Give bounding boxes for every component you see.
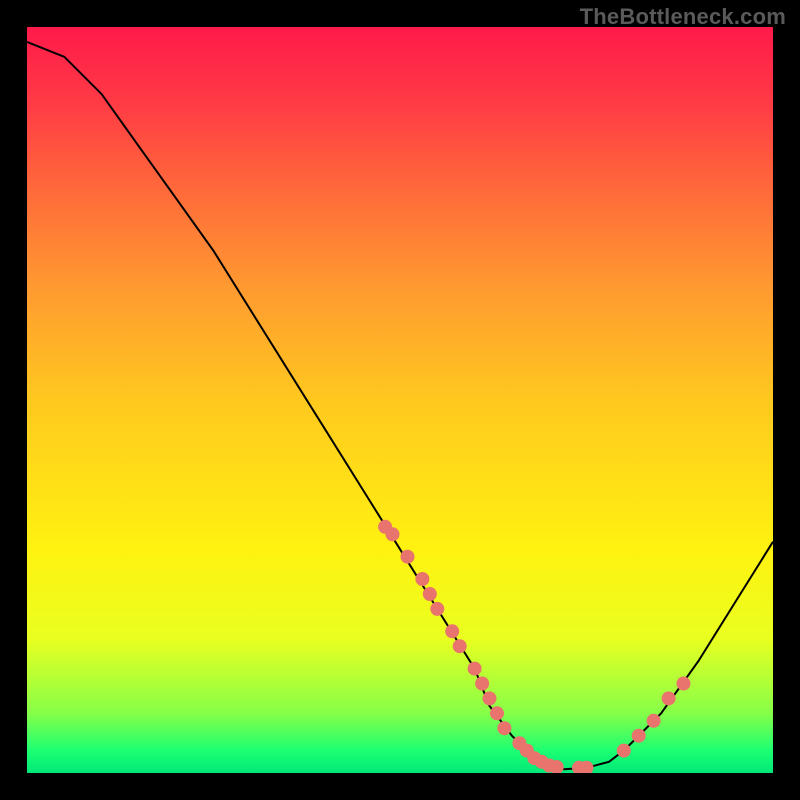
plot-border [27, 27, 773, 773]
data-point [632, 729, 646, 743]
data-point [386, 527, 400, 541]
data-point [468, 662, 482, 676]
data-point [677, 677, 691, 691]
data-point [617, 744, 631, 758]
data-point [415, 572, 429, 586]
data-point [423, 587, 437, 601]
data-point [401, 550, 415, 564]
chart-svg [27, 27, 773, 773]
data-point [430, 602, 444, 616]
data-point [445, 624, 459, 638]
data-point [647, 714, 661, 728]
data-point [662, 691, 676, 705]
data-point [453, 639, 467, 653]
data-point [497, 721, 511, 735]
plot-area [27, 27, 773, 773]
bottleneck-curve [27, 42, 773, 769]
data-markers [378, 520, 690, 773]
data-point [483, 691, 497, 705]
data-point [490, 706, 504, 720]
figure-container: TheBottleneck.com [0, 0, 800, 800]
watermark-text: TheBottleneck.com [580, 4, 786, 30]
data-point [475, 677, 489, 691]
